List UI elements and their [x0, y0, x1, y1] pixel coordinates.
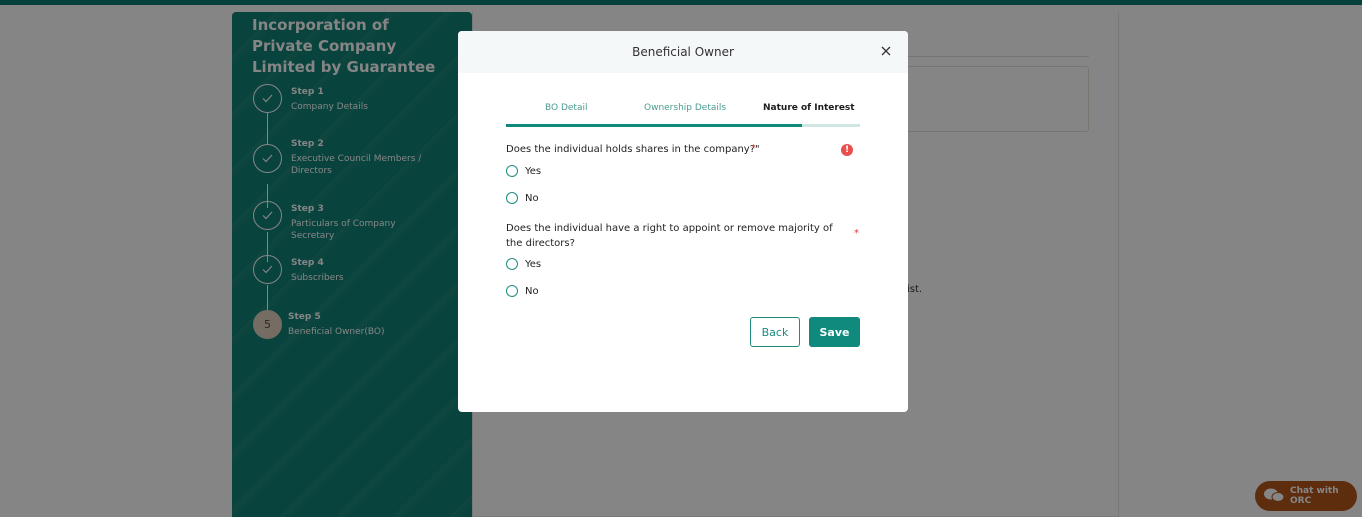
- radio-label: No: [525, 192, 539, 204]
- tab-bo-detail[interactable]: BO Detail: [545, 103, 587, 113]
- radio-circle[interactable]: [506, 165, 518, 177]
- modal-tabs: BO Detail Ownership Details Nature of In…: [506, 103, 860, 128]
- back-button[interactable]: Back: [750, 317, 800, 347]
- tab-progress-fill: [506, 124, 802, 127]
- radio-label: No: [525, 285, 539, 297]
- question-holds-shares: Does the individual holds shares in the …: [506, 144, 760, 155]
- radio-appoint-directors-yes[interactable]: Yes: [506, 258, 541, 270]
- radio-circle[interactable]: [506, 258, 518, 270]
- radio-label: Yes: [525, 165, 542, 177]
- required-mark: *: [751, 143, 756, 154]
- tab-nature-of-interest[interactable]: Nature of Interest: [763, 103, 855, 113]
- beneficial-owner-modal: Beneficial Owner BO Detail Ownership Det…: [458, 31, 908, 412]
- save-button[interactable]: Save: [809, 317, 860, 347]
- radio-holds-shares-no[interactable]: No: [506, 192, 539, 204]
- modal-header: Beneficial Owner: [458, 31, 908, 73]
- close-icon[interactable]: [878, 43, 894, 59]
- error-icon: !: [841, 144, 853, 156]
- radio-circle[interactable]: [506, 192, 518, 204]
- modal-title: Beneficial Owner: [632, 45, 734, 59]
- question-appoint-directors: Does the individual have a right to appo…: [506, 223, 833, 249]
- required-mark: *: [854, 228, 859, 239]
- radio-appoint-directors-no[interactable]: No: [506, 285, 539, 297]
- tab-ownership-details[interactable]: Ownership Details: [644, 103, 726, 113]
- radio-label: Yes: [525, 258, 542, 270]
- radio-holds-shares-yes[interactable]: Yes: [506, 165, 541, 177]
- radio-circle[interactable]: [506, 285, 518, 297]
